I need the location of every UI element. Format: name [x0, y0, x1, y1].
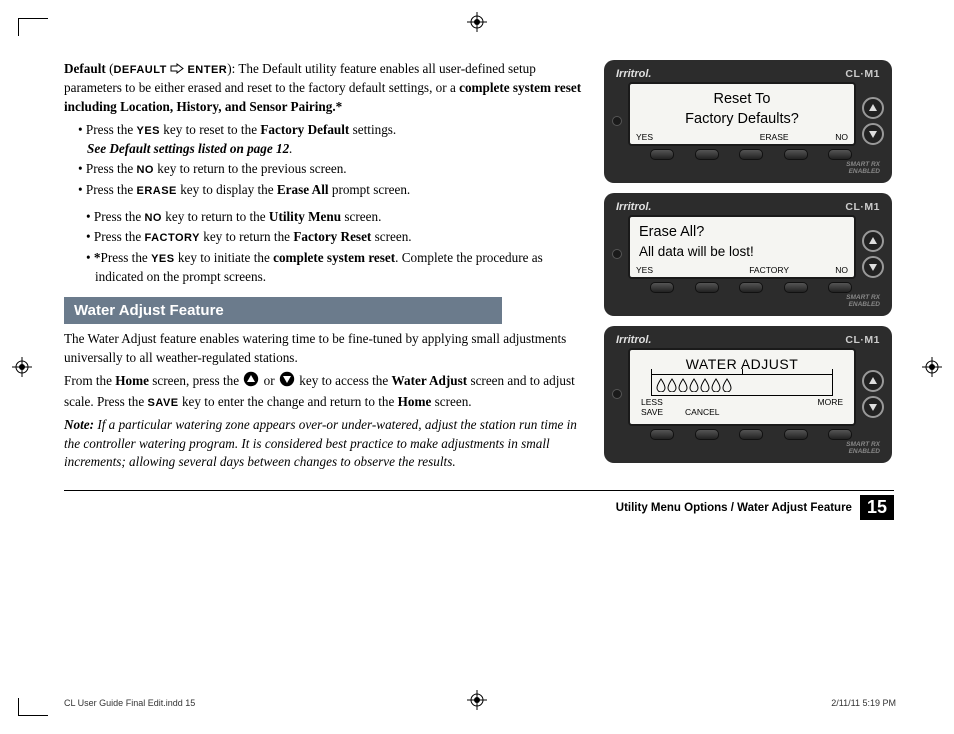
- softkey-factory: FACTORY: [749, 265, 789, 275]
- softkey-no: NO: [835, 132, 848, 142]
- drop-icon: [656, 378, 666, 392]
- down-arrow-button: [862, 123, 884, 145]
- led-indicator: [612, 249, 622, 259]
- bullet-erase-all: Press the ERASE key to display the Erase…: [78, 181, 586, 200]
- model-label: CL·M1: [845, 68, 880, 80]
- drop-icon: [700, 378, 710, 392]
- bullet-yes-factory-default: Press the YES key to reset to the Factor…: [78, 121, 586, 158]
- bullet-no-previous: Press the NO key to return to the previo…: [78, 160, 586, 179]
- sub-no-utility-menu: Press the NO key to return to the Utilit…: [86, 208, 586, 227]
- up-arrow-button: [862, 97, 884, 119]
- smart-rx-label: SMART RXENABLED: [612, 442, 880, 455]
- lcd-screen-water-adjust: WATER ADJUST: [628, 348, 856, 426]
- smart-rx-label: SMART RXENABLED: [612, 295, 880, 308]
- device-button: [739, 282, 763, 293]
- softkey-save: SAVE: [641, 407, 663, 417]
- device-button: [784, 149, 808, 160]
- drop-icon: [667, 378, 677, 392]
- device-button: [650, 429, 674, 440]
- device-button: [739, 149, 763, 160]
- water-adjust-p1: The Water Adjust feature enables waterin…: [64, 330, 586, 367]
- water-adjust-note: Note: If a particular watering zone appe…: [64, 416, 586, 472]
- indd-timestamp: 2/11/11 5:19 PM: [831, 698, 896, 708]
- down-arrow-button: [862, 256, 884, 278]
- device-mockup-erase: Irritrol. CL·M1 Erase All? All data will…: [604, 193, 892, 316]
- default-intro-paragraph: Default (DEFAULT ENTER): The Default uti…: [64, 60, 586, 117]
- less-label: LESS: [641, 397, 663, 407]
- page-number: 15: [860, 495, 894, 520]
- device-mockup-reset: Irritrol. CL·M1 Reset To Factory Default…: [604, 60, 892, 183]
- registration-mark-left: [12, 357, 32, 377]
- brand-label: Irritrol.: [616, 68, 651, 80]
- default-title: Default: [64, 61, 106, 76]
- led-indicator: [612, 389, 622, 399]
- device-button: [650, 282, 674, 293]
- drop-icon: [678, 378, 688, 392]
- device-button: [739, 429, 763, 440]
- up-arrow-button: [862, 230, 884, 252]
- crop-mark-bl: [18, 698, 48, 716]
- softkey-cancel: CANCEL: [685, 407, 719, 417]
- lcd-screen-reset: Reset To Factory Defaults? YES ERASE NO: [628, 82, 856, 146]
- smart-rx-label: SMART RXENABLED: [612, 162, 880, 175]
- indd-filename: CL User Guide Final Edit.indd 15: [64, 698, 195, 708]
- device-button: [650, 149, 674, 160]
- drop-icon: [722, 378, 732, 392]
- down-triangle-icon: [279, 371, 295, 393]
- led-indicator: [612, 116, 622, 126]
- device-button: [784, 282, 808, 293]
- model-label: CL·M1: [845, 201, 880, 213]
- crop-mark-tl: [18, 18, 48, 36]
- device-button: [784, 429, 808, 440]
- device-button: [695, 282, 719, 293]
- down-arrow-button: [862, 396, 884, 418]
- footer-rule: [64, 490, 894, 491]
- device-button: [695, 429, 719, 440]
- device-button: [828, 149, 852, 160]
- device-mockup-water-adjust: Irritrol. CL·M1 WATER ADJUST: [604, 326, 892, 463]
- sub-yes-complete-reset: *Press the YES key to initiate the compl…: [86, 249, 586, 286]
- footer-section-text: Utility Menu Options / Water Adjust Feat…: [616, 502, 852, 514]
- more-label: MORE: [818, 397, 844, 407]
- softkey-erase: ERASE: [760, 132, 789, 142]
- registration-mark-right: [922, 357, 942, 377]
- model-label: CL·M1: [845, 334, 880, 346]
- lcd-screen-erase: Erase All? All data will be lost! YES FA…: [628, 215, 856, 279]
- brand-label: Irritrol.: [616, 201, 651, 213]
- registration-mark-top: [467, 12, 487, 32]
- up-triangle-icon: [243, 371, 259, 393]
- drop-icon: [689, 378, 699, 392]
- softkey-yes: YES: [636, 132, 653, 142]
- brand-label: Irritrol.: [616, 334, 651, 346]
- drop-icon: [711, 378, 721, 392]
- device-button: [695, 149, 719, 160]
- water-adjust-p2: From the Home screen, press the or key t…: [64, 371, 586, 411]
- up-arrow-button: [862, 370, 884, 392]
- water-adjust-header: Water Adjust Feature: [64, 297, 502, 324]
- right-arrow-icon: [170, 61, 184, 80]
- device-button: [828, 429, 852, 440]
- device-button: [828, 282, 852, 293]
- water-scale: [651, 374, 833, 396]
- softkey-yes: YES: [636, 265, 653, 275]
- sub-factory-reset: Press the FACTORY key to return the Fact…: [86, 228, 586, 247]
- softkey-no: NO: [835, 265, 848, 275]
